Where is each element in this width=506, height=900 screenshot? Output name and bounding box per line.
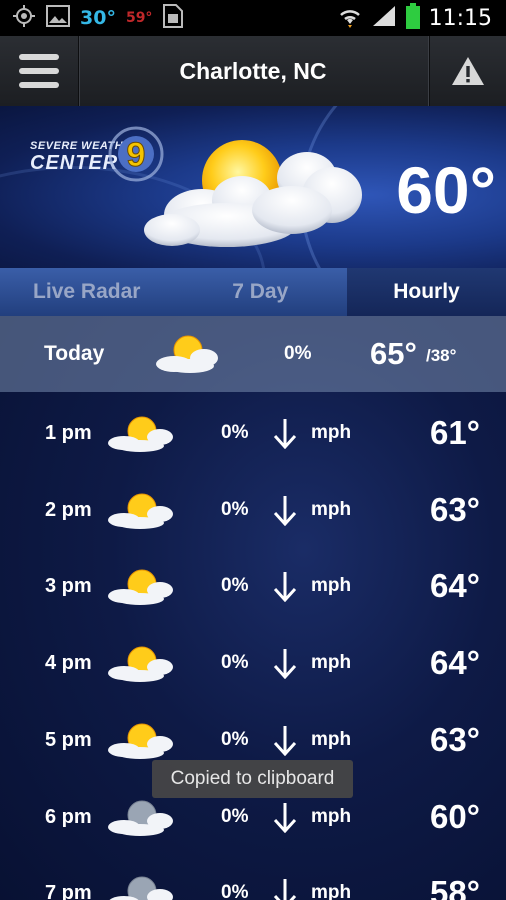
- hourly-row[interactable]: 1 pm 0% mph 61°: [0, 395, 506, 471]
- hourly-row[interactable]: 7 pm 0% mph 58°: [0, 855, 506, 900]
- wind-direction-icon: [272, 570, 298, 607]
- current-temperature: 60°: [396, 153, 496, 227]
- wind-speed: mph: [311, 498, 352, 520]
- menu-icon-line: [19, 82, 59, 88]
- alert-icon: [452, 57, 484, 85]
- hour-temperature: 61°: [430, 414, 480, 451]
- menu-icon-line: [19, 68, 59, 74]
- wind-speed: mph: [311, 575, 352, 597]
- status-temp-other: 59°: [125, 10, 153, 26]
- status-bar: 30° 59° 11:15: [0, 0, 506, 36]
- location-title: Charlotte, NC: [179, 58, 327, 84]
- wind-speed: mph: [311, 422, 352, 443]
- hour-label: 4 pm: [45, 652, 92, 675]
- today-precip: 0%: [284, 343, 312, 364]
- hour-label: 5 pm: [45, 728, 92, 751]
- wind-speed: mph: [311, 652, 352, 674]
- gps-icon: [12, 4, 36, 32]
- partly-cloudy-icon: [154, 334, 224, 379]
- wind-direction-icon: [272, 877, 298, 900]
- app-bar: Charlotte, NC: [0, 36, 506, 108]
- hourly-row[interactable]: 4 pm 0% mph 64°: [0, 625, 506, 701]
- wind-speed: mph: [311, 882, 352, 900]
- precip-chance: 0%: [221, 498, 249, 520]
- hour-temperature: 64°: [430, 644, 480, 682]
- alert-button[interactable]: [429, 36, 506, 106]
- hourly-row[interactable]: 2 pm 0% mph 63°: [0, 472, 506, 548]
- toast-message: Copied to clipboard: [152, 760, 353, 798]
- partly-sunny-icon: [106, 568, 176, 611]
- wind-direction-icon: [272, 647, 298, 684]
- sim-card-icon: [162, 3, 184, 33]
- partly-cloudy-icon: [142, 130, 367, 265]
- hour-label: 2 pm: [45, 498, 92, 521]
- partly-sunny-icon: [106, 645, 176, 688]
- hour-label: 7 pm: [45, 882, 92, 900]
- hour-temperature: 58°: [430, 874, 480, 900]
- gallery-icon: [46, 5, 70, 31]
- status-temp-current: 30°: [80, 7, 116, 29]
- battery-icon: [405, 3, 421, 33]
- partly-cloudy-night-icon: [106, 799, 176, 842]
- precip-chance: 0%: [221, 652, 249, 674]
- partly-sunny-icon: [106, 415, 176, 458]
- tab-live-radar[interactable]: Live Radar: [0, 268, 174, 316]
- precip-chance: 0%: [221, 575, 249, 597]
- status-time: 11:15: [428, 5, 492, 31]
- menu-button[interactable]: [0, 36, 79, 106]
- hour-temperature: 63°: [430, 490, 480, 528]
- precip-chance: 0%: [221, 422, 249, 443]
- tab-7-day[interactable]: 7 Day: [174, 268, 348, 316]
- hourly-forecast-list[interactable]: Today 0% 65° /38° 1 pm 0% mph 61° 2 pm 0% mph 6…: [0, 316, 506, 900]
- wind-direction-icon: [272, 801, 298, 838]
- today-high-temp: 65°: [370, 336, 417, 371]
- hour-temperature: 64°: [430, 567, 480, 605]
- today-label: Today: [44, 342, 105, 365]
- hour-temperature: 60°: [430, 797, 480, 835]
- forecast-tabs: Live Radar 7 Day Hourly: [0, 268, 506, 316]
- hour-temperature: 63°: [430, 720, 480, 758]
- wind-direction-icon: [272, 724, 298, 761]
- wind-direction-icon: [272, 417, 298, 454]
- hour-label: 3 pm: [45, 575, 92, 598]
- partly-sunny-icon: [106, 722, 176, 765]
- hour-label: 6 pm: [45, 805, 92, 828]
- partly-cloudy-night-icon: [106, 875, 176, 900]
- today-summary-row[interactable]: Today 0% 65° /38°: [0, 316, 506, 392]
- wind-direction-icon: [272, 494, 298, 531]
- today-low-temp: /38°: [426, 346, 457, 365]
- partly-sunny-icon: [106, 492, 176, 535]
- hour-label: 1 pm: [45, 422, 92, 444]
- signal-icon: [371, 4, 397, 32]
- tab-hourly[interactable]: Hourly: [347, 268, 506, 316]
- menu-icon: [19, 54, 59, 60]
- wifi-icon: [337, 4, 363, 32]
- current-conditions-panel: SEVERE WEATHER CENTER 9 60°: [0, 106, 506, 268]
- hourly-row[interactable]: 3 pm 0% mph 64°: [0, 548, 506, 624]
- precip-chance: 0%: [221, 882, 249, 900]
